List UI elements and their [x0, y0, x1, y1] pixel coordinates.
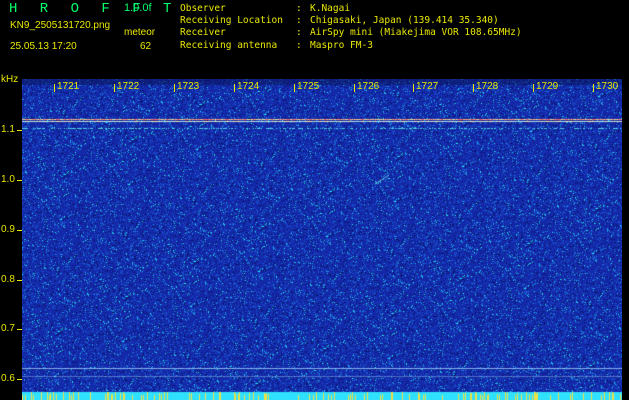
app-brand: H R O F F T — [9, 1, 179, 17]
y-tick-label: 0.7 — [1, 323, 15, 334]
x-tick-mark — [473, 84, 474, 92]
mode-label: meteor — [124, 27, 156, 38]
x-tick-mark — [354, 84, 355, 92]
x-tick-label: 1725 — [297, 81, 320, 92]
x-tick-mark — [114, 84, 115, 92]
x-tick-mark — [174, 84, 175, 92]
x-tick-label: 1724 — [237, 81, 260, 92]
observation-datetime: 25.05.13 17:20 — [10, 41, 77, 52]
mode-value: 62 — [140, 41, 152, 52]
x-tick-mark — [234, 84, 235, 92]
x-tick-mark — [54, 84, 55, 92]
station-row-observer: Observer: K.Nagai — [180, 3, 351, 14]
station-row-location: Receiving Location: Chigasaki, Japan (139… — [180, 15, 499, 27]
y-tick-label: 1.1 — [1, 124, 15, 135]
x-tick-mark — [294, 84, 295, 92]
y-tick-label: 0.9 — [1, 224, 15, 235]
x-tick-label: 1727 — [416, 81, 439, 92]
x-tick-label: 1728 — [476, 81, 499, 92]
station-row-antenna: Receiving antenna: Maspro FM-3 — [180, 39, 373, 51]
header-panel: H R O F F T 1.0.0f KN9_2505131720.png me… — [0, 0, 629, 76]
x-tick-label: 1730 — [596, 81, 619, 92]
y-tick-label: 0.6 — [1, 373, 15, 384]
station-row-receiver: Receiver: AirSpy mini (Miakejima VOR 108.… — [180, 27, 522, 39]
spectrogram-waterfall — [22, 79, 622, 400]
y-tick-label: 1.0 — [1, 174, 15, 185]
station-info: Observer: K.Nagai Receiving Location: Chig… — [180, 3, 522, 52]
x-tick-label: 1723 — [177, 81, 200, 92]
x-tick-mark — [533, 84, 534, 92]
image-filename: KN9_2505131720.png — [10, 20, 111, 31]
y-tick-label: 0.8 — [1, 274, 15, 285]
x-tick-mark — [593, 84, 594, 92]
x-tick-label: 1721 — [57, 81, 80, 92]
x-tick-mark — [413, 84, 414, 92]
x-tick-label: 1729 — [536, 81, 559, 92]
x-tick-label: 1722 — [117, 81, 140, 92]
app-version: 1.0.0f — [124, 2, 152, 14]
y-axis-unit: kHz — [1, 74, 19, 85]
x-tick-label: 1726 — [357, 81, 380, 92]
